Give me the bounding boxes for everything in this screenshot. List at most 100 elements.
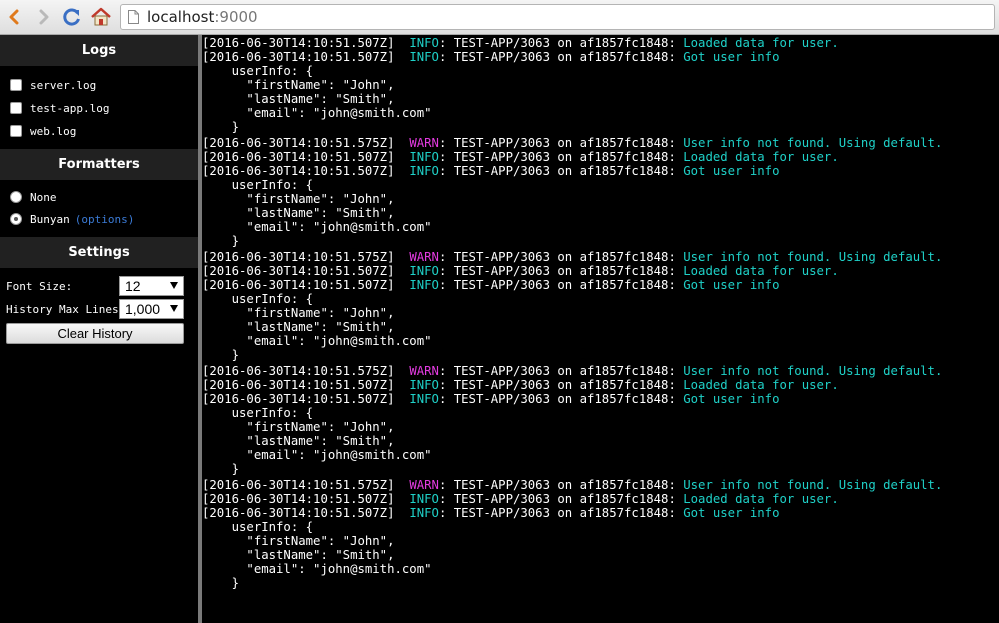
log-entry: [2016-06-30T14:10:51.507Z] INFO: TEST-AP… <box>202 150 999 164</box>
formatter-label: None <box>30 190 57 204</box>
back-button[interactable] <box>2 5 26 29</box>
log-item-label: web.log <box>30 124 77 138</box>
log-message: Got user info <box>683 50 780 64</box>
log-level: WARN <box>409 250 439 264</box>
log-message: User info not found. Using default. <box>683 250 943 264</box>
log-timestamp: [2016-06-30T14:10:51.507Z] <box>202 278 395 292</box>
font-size-label: Font Size: <box>6 280 73 293</box>
log-detail-line: "lastName": "Smith", <box>202 548 395 562</box>
log-timestamp: [2016-06-30T14:10:51.575Z] <box>202 364 395 378</box>
log-message: User info not found. Using default. <box>683 478 943 492</box>
clear-history-button[interactable]: Clear History <box>6 323 184 344</box>
log-source: : TEST-APP/3063 on af1857fc1848: <box>438 478 684 492</box>
log-detail-line: } <box>202 576 240 590</box>
sidebar: Logs server.log test-app.log web.log For… <box>0 35 198 623</box>
log-detail-line: "lastName": "Smith", <box>202 92 395 106</box>
log-timestamp: [2016-06-30T14:10:51.575Z] <box>202 478 395 492</box>
log-item-test-app[interactable]: test-app.log <box>10 99 109 117</box>
log-entry: [2016-06-30T14:10:51.507Z] INFO: TEST-AP… <box>202 164 999 178</box>
back-arrow-icon <box>9 9 19 25</box>
log-source: : TEST-APP/3063 on af1857fc1848: <box>438 278 684 292</box>
log-output: [2016-06-30T14:10:51.507Z] INFO: TEST-AP… <box>202 36 999 623</box>
log-timestamp: [2016-06-30T14:10:51.507Z] <box>202 150 395 164</box>
address-bar[interactable]: localhost:9000 <box>120 4 995 30</box>
log-level: INFO <box>409 378 439 392</box>
log-message: Loaded data for user. <box>683 150 839 164</box>
log-detail-line: } <box>202 348 240 362</box>
radio-button[interactable] <box>10 191 22 203</box>
log-level: WARN <box>409 478 439 492</box>
log-entry: [2016-06-30T14:10:51.507Z] INFO: TEST-AP… <box>202 278 999 292</box>
log-source: : TEST-APP/3063 on af1857fc1848: <box>438 164 684 178</box>
checkbox[interactable] <box>10 125 22 137</box>
formatters-heading: Formatters <box>0 149 198 180</box>
history-max-lines-label: History Max Lines: <box>6 303 126 316</box>
log-entry: [2016-06-30T14:10:51.507Z] INFO: TEST-AP… <box>202 506 999 520</box>
settings-heading: Settings <box>0 237 198 268</box>
log-message: Got user info <box>683 506 780 520</box>
log-detail-line: userInfo: { <box>202 64 314 78</box>
reload-button[interactable] <box>60 5 84 29</box>
log-level: INFO <box>409 50 439 64</box>
font-size-value: 12 <box>125 278 141 294</box>
log-timestamp: [2016-06-30T14:10:51.575Z] <box>202 250 395 264</box>
radio-button-selected[interactable] <box>10 213 22 225</box>
log-timestamp: [2016-06-30T14:10:51.507Z] <box>202 492 395 506</box>
log-source: : TEST-APP/3063 on af1857fc1848: <box>438 50 684 64</box>
log-source: : TEST-APP/3063 on af1857fc1848: <box>438 264 684 278</box>
bunyan-options-link[interactable]: (options) <box>75 213 135 226</box>
formatter-none[interactable]: None <box>10 188 57 206</box>
log-entry: [2016-06-30T14:10:51.575Z] WARN: TEST-AP… <box>202 250 999 264</box>
log-item-web[interactable]: web.log <box>10 122 76 140</box>
log-source: : TEST-APP/3063 on af1857fc1848: <box>438 364 684 378</box>
log-detail-line: "firstName": "John", <box>202 306 395 320</box>
history-max-lines-select[interactable]: 1,000 <box>119 299 184 319</box>
log-detail-line: "firstName": "John", <box>202 534 395 548</box>
log-detail-line: "email": "john@smith.com" <box>202 220 432 234</box>
log-detail-line: } <box>202 120 240 134</box>
log-detail-line: userInfo: { <box>202 406 314 420</box>
log-entry: [2016-06-30T14:10:51.507Z] INFO: TEST-AP… <box>202 264 999 278</box>
log-message: User info not found. Using default. <box>683 364 943 378</box>
log-message: Loaded data for user. <box>683 36 839 50</box>
log-detail-line: "lastName": "Smith", <box>202 434 395 448</box>
log-level: INFO <box>409 278 439 292</box>
log-timestamp: [2016-06-30T14:10:51.507Z] <box>202 506 395 520</box>
log-source: : TEST-APP/3063 on af1857fc1848: <box>438 378 684 392</box>
formatter-bunyan[interactable]: Bunyan (options) <box>10 210 134 228</box>
log-detail-line: "firstName": "John", <box>202 192 395 206</box>
log-entry: [2016-06-30T14:10:51.507Z] INFO: TEST-AP… <box>202 392 999 406</box>
log-level: INFO <box>409 36 439 50</box>
url-host: localhost <box>147 8 215 26</box>
log-detail-line: "email": "john@smith.com" <box>202 562 432 576</box>
log-message: Loaded data for user. <box>683 264 839 278</box>
log-source: : TEST-APP/3063 on af1857fc1848: <box>438 492 684 506</box>
log-level: INFO <box>409 264 439 278</box>
dropdown-arrow-icon <box>170 305 178 312</box>
log-timestamp: [2016-06-30T14:10:51.507Z] <box>202 392 395 406</box>
home-button[interactable] <box>89 5 113 29</box>
log-source: : TEST-APP/3063 on af1857fc1848: <box>438 392 684 406</box>
checkbox[interactable] <box>10 79 22 91</box>
log-entry: [2016-06-30T14:10:51.575Z] WARN: TEST-AP… <box>202 136 999 150</box>
log-detail-line: "firstName": "John", <box>202 420 395 434</box>
log-item-server[interactable]: server.log <box>10 76 96 94</box>
log-source: : TEST-APP/3063 on af1857fc1848: <box>438 506 684 520</box>
log-message: User info not found. Using default. <box>683 136 943 150</box>
log-level: WARN <box>409 136 439 150</box>
log-timestamp: [2016-06-30T14:10:51.507Z] <box>202 36 395 50</box>
forward-button[interactable] <box>32 5 56 29</box>
formatter-label: Bunyan <box>30 212 70 226</box>
log-entry: [2016-06-30T14:10:51.575Z] WARN: TEST-AP… <box>202 478 999 492</box>
log-timestamp: [2016-06-30T14:10:51.507Z] <box>202 264 395 278</box>
log-detail-line: "email": "john@smith.com" <box>202 448 432 462</box>
log-detail-line: "email": "john@smith.com" <box>202 106 432 120</box>
log-message: Loaded data for user. <box>683 492 839 506</box>
font-size-select[interactable]: 12 <box>119 276 184 296</box>
log-entry: [2016-06-30T14:10:51.507Z] INFO: TEST-AP… <box>202 50 999 64</box>
checkbox[interactable] <box>10 102 22 114</box>
log-level: WARN <box>409 364 439 378</box>
forward-arrow-icon <box>39 9 49 25</box>
log-timestamp: [2016-06-30T14:10:51.575Z] <box>202 136 395 150</box>
log-level: INFO <box>409 506 439 520</box>
